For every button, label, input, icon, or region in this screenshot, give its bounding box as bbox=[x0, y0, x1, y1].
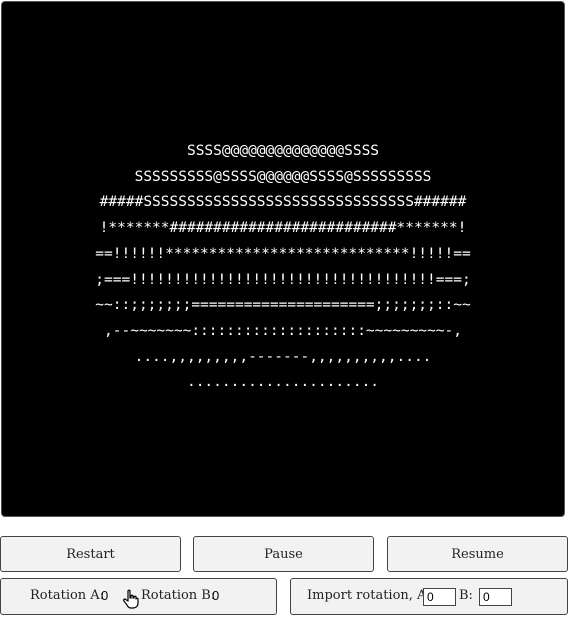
art-line: ~~::;;;;;;;=====================;;;;;;;:… bbox=[95, 297, 471, 314]
art-line: !*******##########################******… bbox=[99, 220, 467, 237]
rotation-a-label: Rotation A: bbox=[30, 588, 105, 603]
art-line: ...................... bbox=[186, 374, 380, 391]
art-line: ....,,,,,,,,,-------,,,,,,,,,,.... bbox=[134, 348, 432, 365]
art-line: ,--~~~~~~~::::::::::::::::::::~~~~~~~~~-… bbox=[104, 322, 462, 339]
art-line: SSSSSSSSS@SSSS@@@@@@SSSS@SSSSSSSSS bbox=[134, 168, 432, 185]
ascii-display: SSSS@@@@@@@@@@@@@@SSSS SSSSSSSSS@SSSS@@@… bbox=[1, 1, 565, 517]
hand-cursor-icon bbox=[122, 589, 139, 609]
restart-button[interactable]: Restart bbox=[0, 536, 181, 572]
art-line: SSSS@@@@@@@@@@@@@@SSSS bbox=[186, 143, 380, 159]
rotation-b-label: Rotation B: bbox=[141, 588, 216, 603]
import-b-input[interactable] bbox=[479, 588, 512, 606]
import-rotation-label: Import rotation, A: bbox=[307, 588, 431, 603]
art-line: ==!!!!!!****************************!!!!… bbox=[95, 245, 471, 262]
rotation-b-value: 0 bbox=[212, 588, 220, 603]
ascii-art: SSSS@@@@@@@@@@@@@@SSSS SSSSSSSSS@SSSS@@@… bbox=[2, 139, 564, 396]
rotation-a-value: 0 bbox=[101, 588, 109, 603]
pause-button[interactable]: Pause bbox=[193, 536, 374, 572]
import-rotation-panel: Import rotation, A: B: bbox=[290, 578, 568, 615]
art-line: #####SSSSSSSSSSSSSSSSSSSSSSSSSSSSSSS####… bbox=[99, 194, 467, 211]
import-a-input[interactable] bbox=[423, 588, 456, 606]
resume-button[interactable]: Resume bbox=[387, 536, 568, 572]
art-line: ;===!!!!!!!!!!!!!!!!!!!!!!!!!!!!!!!!!!!=… bbox=[95, 271, 471, 288]
import-b-label: B: bbox=[459, 588, 473, 603]
